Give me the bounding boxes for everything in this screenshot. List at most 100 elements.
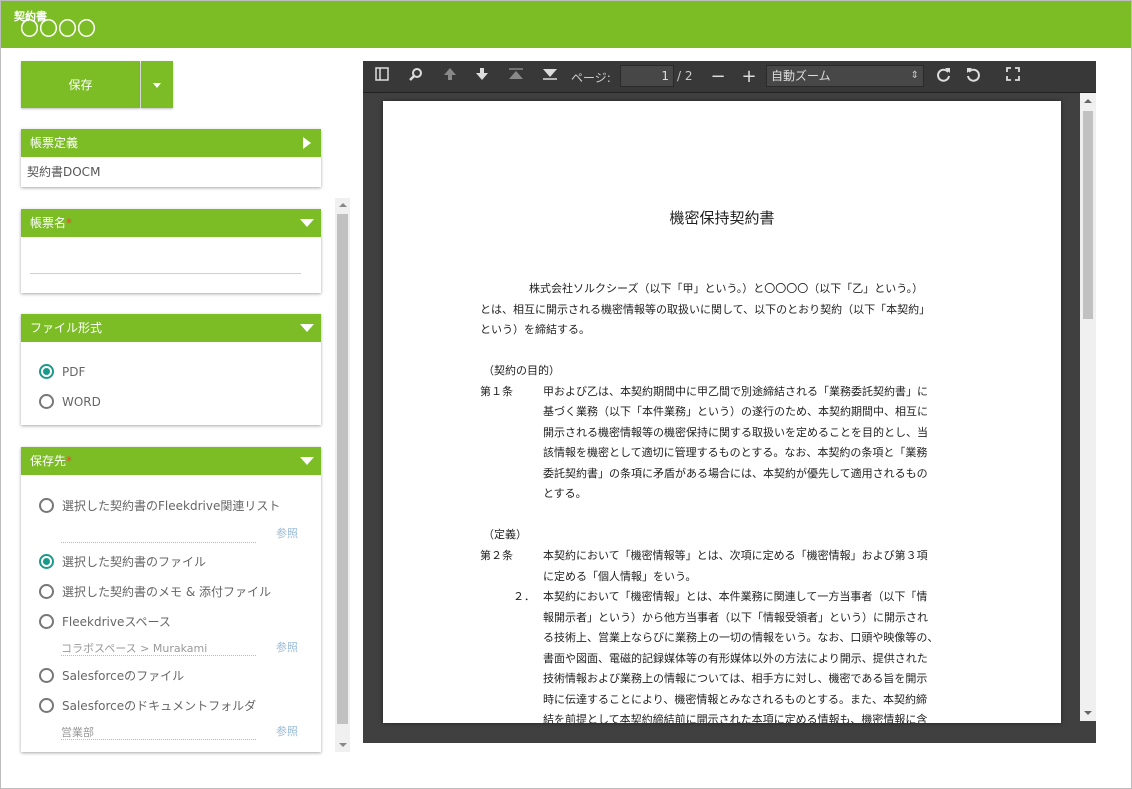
radio-selected-icon[interactable]: [39, 554, 54, 569]
next-page-icon[interactable]: [472, 67, 492, 87]
scrollbar-thumb[interactable]: [337, 214, 348, 724]
last-page-icon[interactable]: [540, 67, 560, 87]
rotate-clockwise-icon[interactable]: [933, 67, 953, 87]
document-line: 株式会社ソルクシーズ（以下「甲」という。）と〇〇〇〇（以下「乙」という。）: [529, 282, 924, 295]
destination-panel-header[interactable]: 保存先*: [21, 447, 321, 475]
format-panel: ファイル形式 PDF WORD: [21, 314, 321, 425]
destination-panel-title: 保存先: [30, 454, 67, 468]
destination-option-label: Fleekdriveスペース: [62, 615, 171, 629]
required-mark: *: [66, 454, 73, 468]
fleekdrive-space-field[interactable]: コラボスペース > Murakami: [61, 640, 256, 656]
scrollbar-thumb[interactable]: [1083, 111, 1093, 319]
definition-value: 契約書DOCM: [27, 165, 101, 179]
pdf-toolbar: ページ: 1 / 2 − + 自動ズーム: [363, 61, 1096, 93]
format-panel-title: ファイル形式: [30, 321, 103, 335]
scroll-down-icon[interactable]: [1084, 711, 1092, 715]
document-line: 本契約において「機密情報」とは、本件業務に関連して一方当事者（以下「情: [543, 590, 928, 603]
scroll-up-icon[interactable]: [339, 203, 347, 207]
rotate-counterclockwise-icon[interactable]: [963, 67, 983, 87]
format-panel-header[interactable]: ファイル形式: [21, 314, 321, 342]
document-line: 基づく業務（以下「本件業務」という）の遂行のため、本契約期間中、相互に: [543, 405, 928, 418]
destination-option-label: Salesforceのファイル: [62, 669, 185, 683]
radio-icon[interactable]: [39, 394, 54, 409]
fullscreen-icon[interactable]: [1003, 67, 1023, 87]
radio-icon[interactable]: [39, 698, 54, 713]
destination-option-fleekdrive-space[interactable]: Fleekdriveスペース: [39, 613, 171, 630]
zoom-select[interactable]: 自動ズーム: [766, 65, 924, 87]
destination-option-label: 選択した契約書のFleekdrive関連リスト: [62, 499, 281, 513]
destination-option-salesforce-file[interactable]: Salesforceのファイル: [39, 667, 184, 684]
document-line: とは、相互に開示される機密情報等の取扱いに関して、以下のとおり契約（以下「本契約…: [480, 303, 931, 316]
destination-option-memo-attachment[interactable]: 選択した契約書のメモ & 添付ファイル: [39, 583, 271, 600]
destination-panel: 保存先* 選択した契約書のFleekdrive関連リスト 参照 選択した契約書の…: [21, 447, 321, 752]
document-line: 甲および乙は、本契約期間中に甲乙間で別途締結される「業務委託契約書」に: [543, 385, 928, 398]
document-line: 結を前提として本契約締結前に開示された本項に定める情報も、機密情報に含: [543, 713, 928, 723]
document-line: る技術上、営業上ならびに業務上の一切の情報をいう。なお、口頭や映像等の、: [543, 631, 939, 644]
triangle-down-icon: [300, 219, 314, 227]
format-option-label: PDF: [62, 364, 86, 379]
format-option-label: WORD: [62, 394, 101, 409]
zoom-out-icon[interactable]: −: [708, 67, 728, 87]
document-heading: （契約の目的）: [483, 364, 560, 377]
viewer-scrollbar[interactable]: [1080, 93, 1096, 721]
ref-link[interactable]: 参照: [276, 723, 298, 739]
pdf-viewer: ページ: 1 / 2 − + 自動ズーム 機密保持契約書 株式会社ソルクシーズ（…: [363, 61, 1096, 743]
clause-number: ２．: [513, 590, 535, 603]
search-icon[interactable]: [406, 67, 426, 87]
radio-icon[interactable]: [39, 584, 54, 599]
definition-panel-header[interactable]: 帳票定義: [21, 129, 321, 157]
name-field[interactable]: [30, 273, 301, 274]
format-option-word[interactable]: WORD: [39, 394, 101, 409]
destination-option-salesforce-document-folder[interactable]: Salesforceのドキュメントフォルダ: [39, 697, 256, 714]
document-line: 本契約において「機密情報等」とは、次項に定める「機密情報」および第３項: [543, 549, 928, 562]
page-total: / 2: [677, 69, 693, 83]
ref-link[interactable]: 参照: [276, 639, 298, 655]
page-number-input[interactable]: 1: [620, 65, 674, 87]
document-heading: （定義）: [483, 528, 527, 541]
document-line: 時に伝達することにより、機密情報とみなされるものとする。また、本契約締: [543, 693, 928, 706]
scroll-down-icon[interactable]: [339, 743, 347, 747]
document-title: 機密保持契約書: [669, 209, 775, 227]
radio-icon[interactable]: [39, 498, 54, 513]
sidebar-toggle-icon[interactable]: [372, 67, 392, 87]
previous-page-icon[interactable]: [440, 67, 460, 87]
destination-option-file[interactable]: 選択した契約書のファイル: [39, 553, 206, 570]
header-bar: 契約書 〇〇〇〇: [1, 1, 1131, 48]
format-option-pdf[interactable]: PDF: [39, 364, 85, 379]
destination-option-label: Salesforceのドキュメントフォルダ: [62, 699, 257, 713]
document-line: とする。: [543, 487, 587, 500]
triangle-down-icon: [300, 457, 314, 465]
radio-icon[interactable]: [39, 614, 54, 629]
zoom-in-icon[interactable]: +: [739, 67, 759, 87]
document-line: に定める「個人情報」をいう。: [543, 570, 697, 583]
name-panel-header[interactable]: 帳票名*: [21, 209, 321, 237]
document-line: 開示される機密情報等の機密保持に関する取扱いを定めることを目的とし、当: [543, 426, 928, 439]
save-menu-button[interactable]: [141, 61, 173, 108]
article-number: 第１条: [480, 385, 513, 398]
document-line: 委託契約書」の条項に矛盾がある場合には、本契約が優先して適用されるもの: [543, 467, 928, 480]
name-panel-title: 帳票名: [30, 216, 67, 230]
left-scrollbar[interactable]: [335, 198, 350, 752]
radio-icon[interactable]: [39, 668, 54, 683]
article-number: 第２条: [480, 549, 513, 562]
document-folder-field[interactable]: 営業部: [61, 724, 256, 740]
name-panel: 帳票名*: [21, 209, 321, 293]
destination-option-fleekdrive-related-list[interactable]: 選択した契約書のFleekdrive関連リスト: [39, 497, 280, 514]
save-button[interactable]: 保存: [21, 61, 140, 108]
document-line: 該情報を機密として適切に管理するものとする。なお、本契約の条項と「業務: [543, 446, 928, 459]
page-label: ページ:: [571, 71, 611, 85]
radio-selected-icon[interactable]: [39, 364, 54, 379]
pdf-page: 機密保持契約書 株式会社ソルクシーズ（以下「甲」という。）と〇〇〇〇（以下「乙」…: [383, 101, 1061, 723]
destination-option-label: 選択した契約書のメモ & 添付ファイル: [62, 585, 271, 599]
definition-panel-title: 帳票定義: [30, 136, 79, 150]
ref-link[interactable]: 参照: [276, 525, 298, 541]
first-page-icon[interactable]: [506, 67, 526, 87]
header-subtitle: 〇〇〇〇: [20, 18, 97, 40]
document-line: という）を締結する。: [480, 323, 590, 336]
triangle-right-icon: [303, 137, 311, 149]
required-mark: *: [66, 216, 73, 230]
definition-panel: 帳票定義 契約書DOCM: [21, 129, 321, 187]
destination-option-label: 選択した契約書のファイル: [62, 555, 207, 569]
scroll-up-icon[interactable]: [1084, 99, 1092, 103]
fleekdrive-related-list-field[interactable]: [61, 527, 256, 543]
